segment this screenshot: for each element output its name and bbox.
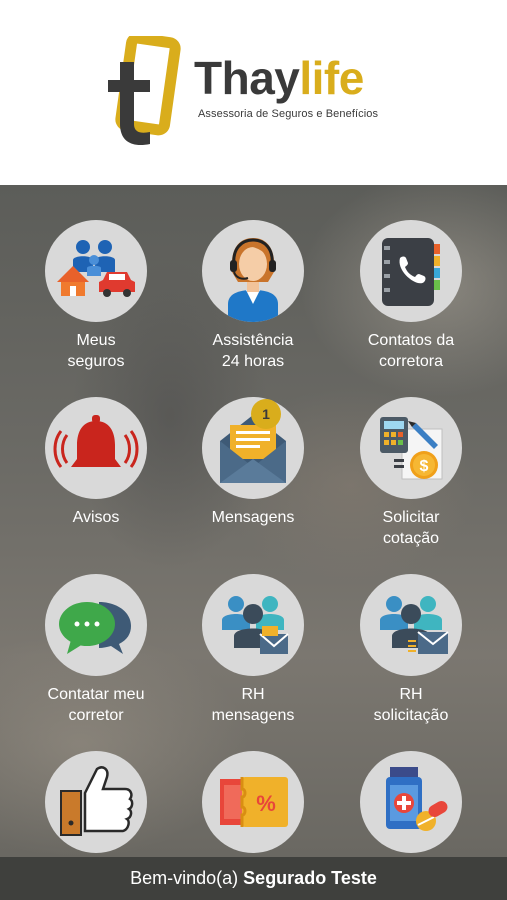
- brand-tagline: Assessoria de Seguros e Benefícios: [198, 108, 379, 120]
- menu-item-solicitar-cotacao[interactable]: $ Solicitar cotação: [336, 397, 486, 567]
- menu-item-medicamentos[interactable]: [336, 751, 486, 857]
- menu-item-label: RH mensagens: [211, 686, 295, 724]
- discount-ticket-icon: %: [202, 751, 304, 853]
- team-mail-icon: [202, 574, 304, 676]
- welcome-bar: Bem-vindo(a) Segurado Teste: [0, 857, 507, 900]
- welcome-greeting: Bem-vindo(a): [130, 868, 239, 888]
- menu-item-label: Assistência 24 horas: [212, 332, 294, 370]
- menu-item-meus-seguros[interactable]: Meus seguros: [21, 220, 171, 390]
- brand-name-part2: life: [299, 52, 364, 104]
- brand-name: Thaylife: [194, 50, 364, 106]
- menu-item-avaliacao[interactable]: [21, 751, 171, 857]
- medicine-icon: [360, 751, 462, 853]
- alarm-bell-icon: [45, 397, 147, 499]
- family-home-car-icon: [45, 220, 147, 322]
- menu-item-rh-solicitacao[interactable]: RH solicitação: [336, 574, 486, 744]
- header: Thaylife Assessoria de Seguros e Benefíc…: [0, 0, 507, 185]
- menu-item-label: Mensagens: [211, 509, 295, 526]
- menu-item-label: Solicitar cotação: [382, 509, 440, 547]
- thumbs-up-icon: [45, 751, 147, 853]
- svg-text:$: $: [420, 458, 429, 475]
- menu-item-contatar-meu-corretor[interactable]: Contatar meu corretor: [21, 574, 171, 744]
- menu-item-contatos-da-corretora[interactable]: Contatos da corretora: [336, 220, 486, 390]
- menu-item-label: Avisos: [72, 509, 120, 526]
- phone-book-icon: [360, 220, 462, 322]
- main-menu-area: Meus seguros Assistência 24 horas Contat…: [0, 185, 507, 857]
- brand-name-part1: Thay: [194, 52, 300, 104]
- menu-item-label: Contatos da corretora: [367, 332, 455, 370]
- menu-item-avisos[interactable]: Avisos: [21, 397, 171, 567]
- menu-item-label: Meus seguros: [67, 332, 125, 370]
- menu-item-descontos[interactable]: %: [178, 751, 328, 857]
- menu-item-label: RH solicitação: [373, 686, 449, 724]
- calculator-money-icon: $: [360, 397, 462, 499]
- menu-item-rh-mensagens[interactable]: RH mensagens: [178, 574, 328, 744]
- team-request-icon: [360, 574, 462, 676]
- menu-item-label: Contatar meu corretor: [47, 686, 145, 724]
- thaylife-logo-icon: [104, 32, 184, 148]
- messages-count-badge: 1: [251, 399, 281, 429]
- menu-item-assistencia-24-horas[interactable]: Assistência 24 horas: [178, 220, 328, 390]
- support-agent-headset-icon: [202, 220, 304, 322]
- chat-bubbles-icon: [45, 574, 147, 676]
- welcome-user-name: Segurado Teste: [243, 868, 377, 888]
- svg-text:%: %: [256, 791, 276, 816]
